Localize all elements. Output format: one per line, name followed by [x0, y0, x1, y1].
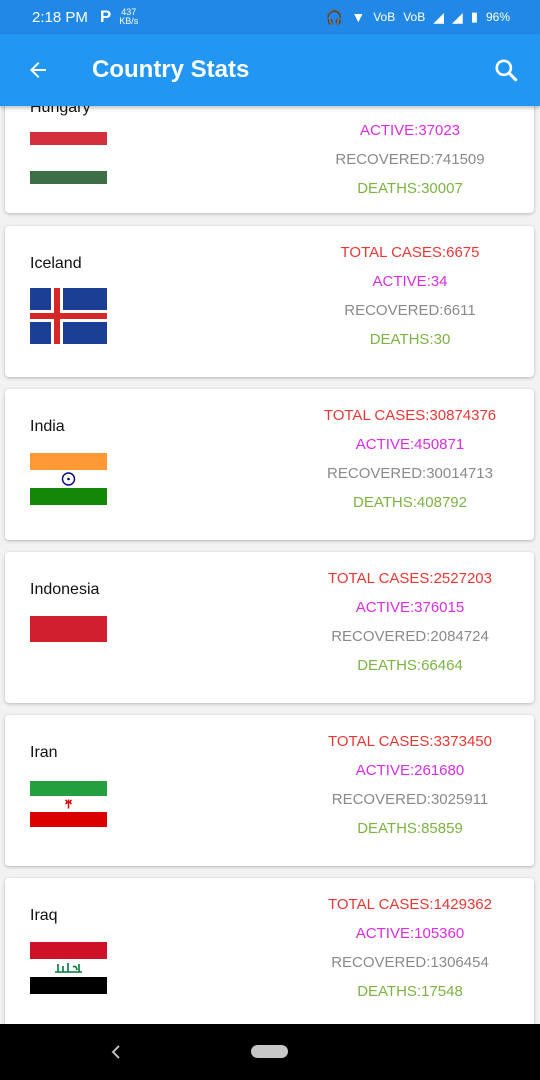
recovered-cases: RECOVERED:30014713 [327, 465, 493, 482]
total-cases: TOTAL CASES:6675 [340, 244, 480, 261]
app-bar: Country Stats [0, 34, 540, 106]
country-list[interactable]: Hungary ACTIVE:37023 RECOVERED:741509 DE… [0, 106, 540, 1024]
total-cases [295, 106, 525, 116]
deaths-count: DEATHS:30 [369, 331, 451, 348]
country-stats: TOTAL CASES:1429362 ACTIVE:105360 RECOVE… [295, 890, 525, 1006]
country-stats: TOTAL CASES:2527203 ACTIVE:376015 RECOVE… [295, 564, 525, 680]
indonesia-flag-icon [30, 616, 107, 668]
recovered-cases: RECOVERED:3025911 [331, 791, 489, 808]
country-name: Iceland [30, 255, 82, 272]
wifi-icon: ▼ [351, 9, 366, 25]
network-speed: 437 KB/s [119, 8, 138, 26]
deaths-count: DEATHS:66464 [357, 657, 463, 674]
country-card-iran[interactable]: Iran TOTAL CASES:3373450 ACTIVE:261680 R… [5, 715, 534, 866]
country-card-iceland[interactable]: Iceland TOTAL CASES:6675 ACTIVE:34 RECOV… [5, 226, 534, 377]
india-flag-icon [30, 453, 107, 505]
battery-percent: 96% [485, 10, 510, 24]
country-stats: TOTAL CASES:3373450 ACTIVE:261680 RECOVE… [295, 727, 525, 843]
country-stats: TOTAL CASES:30874376 ACTIVE:450871 RECOV… [295, 401, 525, 517]
active-cases: ACTIVE:34 [372, 273, 448, 290]
country-name: India [30, 418, 65, 435]
home-button[interactable] [251, 1045, 288, 1058]
total-cases: TOTAL CASES:1429362 [328, 896, 492, 913]
deaths-count: DEATHS:408792 [353, 494, 467, 511]
country-name: Hungary [30, 106, 91, 116]
page-title: Country Stats [92, 56, 250, 83]
country-card-india[interactable]: India TOTAL CASES:30874376 ACTIVE:450871… [5, 389, 534, 540]
deaths-count: DEATHS:17548 [357, 983, 463, 1000]
signal-icon-2: ◢ [452, 8, 463, 25]
iraq-flag-icon [30, 942, 107, 994]
chevron-left-icon [111, 1045, 120, 1059]
iceland-flag-icon [30, 288, 107, 344]
country-name: Indonesia [30, 581, 100, 598]
iran-flag-icon [30, 781, 107, 827]
status-bar: 2:18 PM P 437 KB/s 🎧 ▼ VoB VoB ◢ ◢ ▮ 96% [0, 0, 540, 34]
active-cases: ACTIVE:105360 [355, 925, 465, 942]
country-name: Iran [30, 744, 58, 761]
deaths-count: DEATHS:30007 [357, 180, 463, 197]
active-cases: ACTIVE:450871 [355, 436, 465, 453]
total-cases: TOTAL CASES:30874376 [323, 407, 497, 424]
country-card-hungary[interactable]: Hungary ACTIVE:37023 RECOVERED:741509 DE… [5, 106, 534, 213]
deaths-count: DEATHS:85859 [357, 820, 463, 837]
network-speed-unit: KB/s [119, 16, 139, 26]
status-time: 2:18 PM [32, 8, 88, 26]
signal-icon-1: ◢ [433, 8, 445, 25]
search-icon [495, 59, 518, 82]
active-cases: ACTIVE:37023 [359, 122, 461, 139]
active-cases: ACTIVE:376015 [355, 599, 465, 616]
search-button[interactable] [488, 52, 524, 88]
volte-badge-2: VoB [403, 10, 426, 24]
arrow-left-icon [30, 62, 46, 78]
battery-icon: ▮ [470, 9, 478, 24]
back-button[interactable] [20, 52, 56, 88]
recovered-cases: RECOVERED:2084724 [331, 628, 489, 645]
recovered-cases: RECOVERED:1306454 [331, 954, 489, 971]
country-stats: TOTAL CASES:6675 ACTIVE:34 RECOVERED:661… [295, 238, 525, 354]
country-name: Iraq [30, 907, 58, 924]
hungary-flag-icon [30, 132, 107, 184]
total-cases: TOTAL CASES:2527203 [328, 570, 492, 587]
recovered-cases: RECOVERED:741509 [335, 151, 485, 168]
app-notification-icon: P [99, 7, 112, 26]
total-cases: TOTAL CASES:3373450 [328, 733, 492, 750]
volte-badge-1: VoB [373, 10, 396, 24]
country-card-iraq[interactable]: Iraq TOTAL CASES:1429362 ACTIVE:105360 R… [5, 878, 534, 1024]
country-card-indonesia[interactable]: Indonesia TOTAL CASES:2527203 ACTIVE:376… [5, 552, 534, 703]
headset-icon: 🎧 [325, 8, 344, 25]
active-cases: ACTIVE:261680 [355, 762, 465, 779]
system-nav-bar [0, 1024, 540, 1080]
country-stats: ACTIVE:37023 RECOVERED:741509 DEATHS:300… [295, 106, 525, 203]
recovered-cases: RECOVERED:6611 [344, 302, 476, 319]
nav-back-button[interactable] [106, 1038, 126, 1066]
